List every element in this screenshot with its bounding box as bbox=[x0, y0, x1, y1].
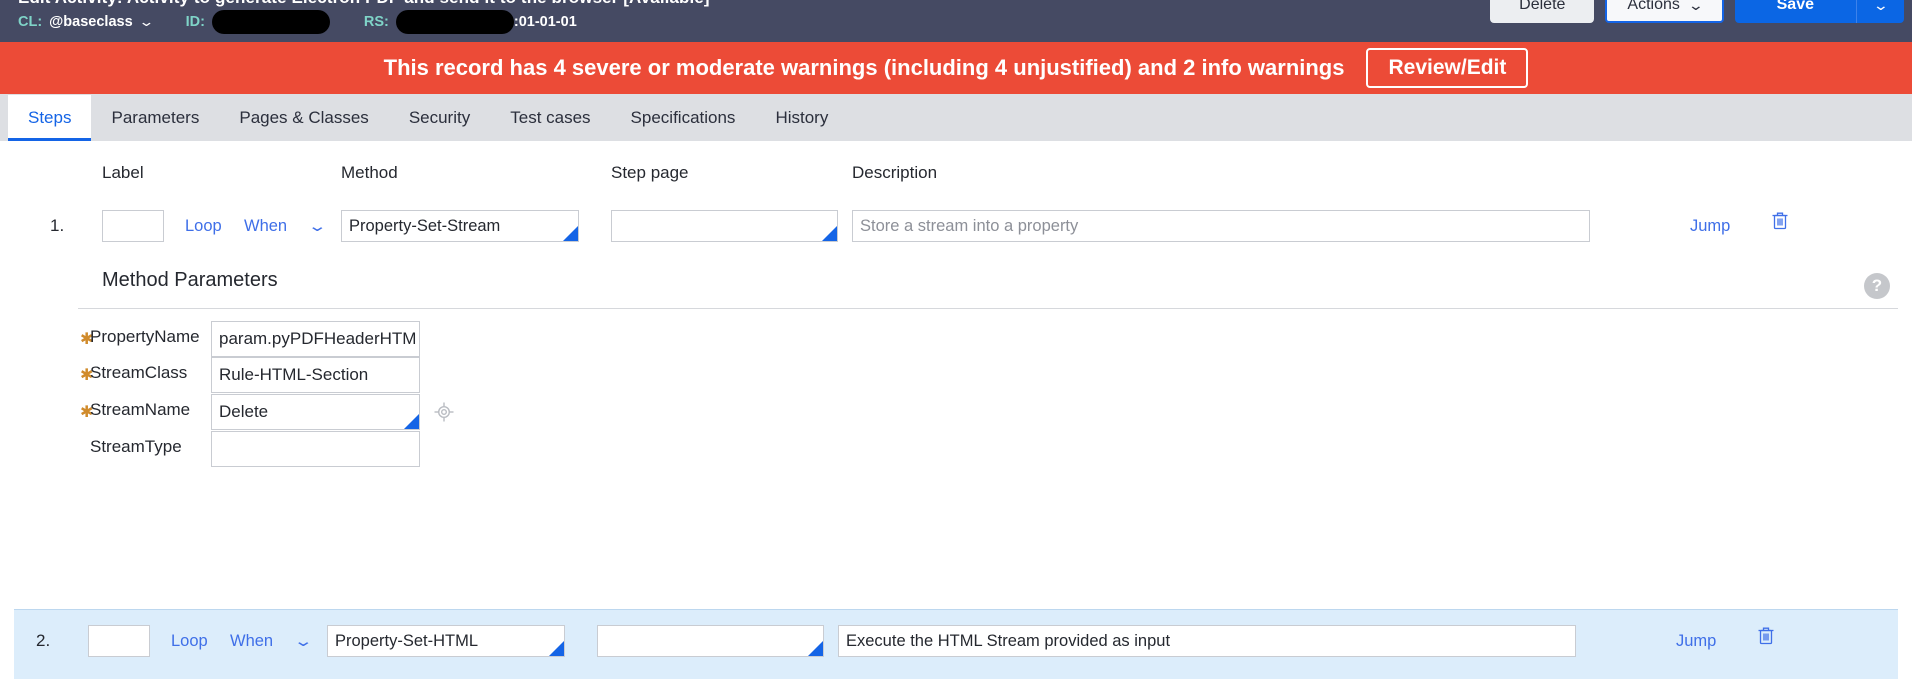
smart-prompt-indicator-icon bbox=[822, 226, 837, 241]
tab-steps[interactable]: Steps bbox=[8, 95, 92, 141]
param-input-streamtype[interactable] bbox=[211, 431, 420, 467]
step-label-input[interactable] bbox=[88, 625, 150, 657]
smart-prompt-indicator-icon bbox=[808, 641, 823, 656]
class-label: CL: bbox=[18, 14, 43, 30]
step-number: 1. bbox=[50, 216, 65, 235]
jump-link[interactable]: Jump bbox=[1676, 632, 1716, 651]
step-row: 2. Loop When ⌄ Property-Set-HTML Execute… bbox=[0, 618, 1912, 664]
window-header: Edit Activity: Activity to generate Elec… bbox=[0, 0, 1912, 42]
rule-title: Edit Activity: Activity to generate Elec… bbox=[18, 0, 710, 8]
param-input-streamclass[interactable]: Rule-HTML-Section bbox=[211, 357, 420, 393]
id-label: ID: bbox=[185, 14, 205, 30]
param-label-streamname: StreamName bbox=[90, 400, 191, 419]
review-edit-button[interactable]: Review/Edit bbox=[1366, 48, 1529, 88]
chevron-down-icon: ⌄ bbox=[1872, 0, 1889, 13]
when-link[interactable]: When bbox=[230, 632, 273, 651]
tab-bar: Steps Parameters Pages & Classes Securit… bbox=[0, 94, 1912, 141]
loop-link[interactable]: Loop bbox=[185, 217, 222, 236]
method-input[interactable]: Property-Set-HTML bbox=[327, 625, 565, 657]
smart-prompt-indicator-icon bbox=[563, 226, 578, 241]
param-input-propertyname[interactable]: param.pyPDFHeaderHTM bbox=[211, 321, 420, 357]
ruleset-version: :01-01-01 bbox=[513, 14, 577, 30]
method-parameters-title: Method Parameters bbox=[102, 269, 278, 291]
smart-prompt-indicator-icon bbox=[404, 414, 419, 429]
help-icon[interactable]: ? bbox=[1864, 273, 1890, 299]
step-row: 1. Loop When ⌄ Property-Set-Stream Store… bbox=[14, 203, 1912, 249]
step-options-chevron-down-icon[interactable]: ⌄ bbox=[307, 217, 327, 235]
step-page-input[interactable] bbox=[611, 210, 838, 242]
tab-pages-classes[interactable]: Pages & Classes bbox=[219, 95, 388, 141]
tab-security[interactable]: Security bbox=[389, 95, 490, 141]
save-button-group: Save ⌄ bbox=[1734, 0, 1904, 23]
method-input-value: Property-Set-Stream bbox=[349, 217, 501, 235]
save-button[interactable]: Save bbox=[1734, 0, 1856, 23]
column-headers: Label Method Step page Description bbox=[14, 163, 1912, 203]
step-number: 2. bbox=[36, 631, 51, 650]
method-input[interactable]: Property-Set-Stream bbox=[341, 210, 579, 242]
column-header-step-page: Step page bbox=[611, 163, 689, 182]
param-input-streamname[interactable]: Delete bbox=[211, 394, 420, 430]
method-parameters-section: Method Parameters ? ✱ PropertyName param… bbox=[14, 269, 1912, 499]
section-divider bbox=[78, 308, 1898, 309]
smart-prompt-indicator-icon bbox=[549, 641, 564, 656]
class-value: @baseclass bbox=[49, 14, 133, 30]
column-header-label: Label bbox=[102, 163, 144, 182]
param-label-streamclass: StreamClass bbox=[90, 363, 188, 382]
tab-specifications[interactable]: Specifications bbox=[611, 95, 756, 141]
ruleset-label: RS: bbox=[363, 14, 389, 30]
step-row-highlight-lower bbox=[14, 671, 1898, 679]
record-meta-row: CL: @baseclass ⌄ ID: RS: :01-01-01 bbox=[18, 10, 577, 34]
actions-button[interactable]: Actions ⌄ bbox=[1605, 0, 1724, 23]
id-redacted-value bbox=[211, 10, 330, 34]
save-dropdown-button[interactable]: ⌄ bbox=[1856, 0, 1904, 23]
header-action-buttons: Delete Actions ⌄ Save ⌄ bbox=[1490, 0, 1904, 23]
description-input[interactable]: Store a stream into a property bbox=[852, 210, 1590, 242]
param-input-streamname-value: Delete bbox=[219, 402, 269, 421]
steps-panel: Label Method Step page Description 1. Lo… bbox=[0, 163, 1912, 679]
method-input-value: Property-Set-HTML bbox=[335, 632, 479, 650]
tab-parameters[interactable]: Parameters bbox=[91, 95, 219, 141]
class-dropdown-chevron-down-icon[interactable]: ⌄ bbox=[138, 14, 154, 30]
delete-button[interactable]: Delete bbox=[1490, 0, 1595, 23]
param-label-streamtype: StreamType bbox=[90, 437, 182, 456]
step-options-chevron-down-icon[interactable]: ⌄ bbox=[293, 632, 313, 650]
tab-test-cases[interactable]: Test cases bbox=[490, 95, 610, 141]
column-header-description: Description bbox=[852, 163, 938, 182]
loop-link[interactable]: Loop bbox=[171, 632, 208, 651]
delete-step-trash-icon[interactable] bbox=[1771, 210, 1789, 235]
actions-button-label: Actions bbox=[1627, 0, 1680, 13]
param-label-propertyname: PropertyName bbox=[90, 327, 200, 346]
ruleset-redacted-value bbox=[395, 10, 514, 34]
tab-history[interactable]: History bbox=[755, 95, 848, 141]
warning-message: This record has 4 severe or moderate war… bbox=[383, 55, 1345, 80]
chevron-down-icon: ⌄ bbox=[1687, 0, 1704, 13]
step-label-input[interactable] bbox=[102, 210, 164, 242]
column-header-method: Method bbox=[341, 163, 398, 182]
delete-step-trash-icon[interactable] bbox=[1757, 625, 1775, 650]
step-page-input[interactable] bbox=[597, 625, 824, 657]
warning-banner: This record has 4 severe or moderate war… bbox=[0, 42, 1912, 94]
open-rule-target-icon[interactable] bbox=[433, 401, 455, 428]
jump-link[interactable]: Jump bbox=[1690, 217, 1730, 236]
when-link[interactable]: When bbox=[244, 217, 287, 236]
description-input[interactable]: Execute the HTML Stream provided as inpu… bbox=[838, 625, 1576, 657]
